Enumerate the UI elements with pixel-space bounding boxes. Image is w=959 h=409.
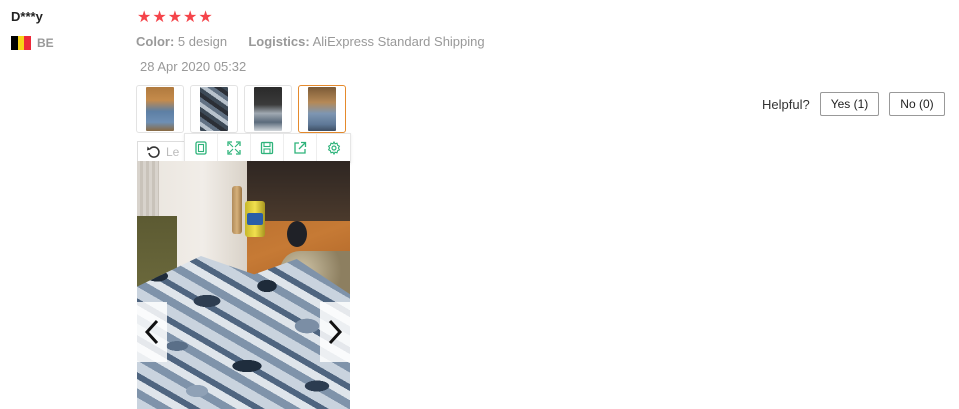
image-toolbar <box>184 133 351 163</box>
share-icon <box>294 141 307 154</box>
helpful-yes-button[interactable]: Yes (1) <box>819 92 880 116</box>
star-icon: ★ <box>183 9 198 26</box>
rotate-left-icon <box>147 145 160 158</box>
save-image-button[interactable] <box>251 134 284 162</box>
logistics-value: AliExpress Standard Shipping <box>312 34 485 49</box>
thumbnail-image <box>308 87 336 131</box>
chevron-right-icon <box>328 319 343 345</box>
settings-icon <box>327 141 340 155</box>
thumbnail-image <box>146 87 174 131</box>
fullscreen-icon <box>227 141 241 155</box>
reviewer-country: BE <box>11 36 54 50</box>
review-thumbnail[interactable] <box>136 85 184 133</box>
review-date: 28 Apr 2020 05:32 <box>140 59 247 74</box>
helpful-no-button[interactable]: No (0) <box>889 92 945 116</box>
share-button[interactable] <box>284 134 317 162</box>
star-icon: ★ <box>198 9 213 26</box>
reviewer-name: D***y <box>11 9 43 24</box>
logistics-label: Logistics: <box>248 34 310 49</box>
star-icon: ★ <box>167 9 183 26</box>
previous-image-button[interactable] <box>137 302 167 362</box>
helpful-label: Helpful? <box>762 96 810 112</box>
review-thumbnail-active[interactable] <box>298 85 346 133</box>
next-image-button[interactable] <box>320 302 350 362</box>
chevron-left-icon <box>144 319 159 345</box>
belgium-flag-icon <box>11 36 32 50</box>
rotate-left-label: Le <box>166 144 180 159</box>
star-icon: ★ <box>137 9 152 26</box>
star-rating: ★ ★ ★ ★ ★ <box>137 10 213 26</box>
fullscreen-button[interactable] <box>218 134 251 162</box>
helpful-section: Helpful? Yes (1) No (0) <box>762 92 945 116</box>
review-thumbnail[interactable] <box>244 85 292 133</box>
review-image-viewer[interactable] <box>137 161 350 409</box>
fit-window-icon <box>195 141 207 155</box>
review-thumbnails <box>136 85 346 133</box>
save-icon <box>260 141 274 155</box>
country-code: BE <box>37 36 54 50</box>
thumbnail-image <box>200 87 228 131</box>
star-icon: ★ <box>152 9 167 26</box>
fit-window-button[interactable] <box>185 134 218 162</box>
review-thumbnail[interactable] <box>190 85 238 133</box>
color-label: Color: <box>136 34 175 49</box>
thumbnail-image <box>254 87 282 131</box>
color-value: 5 design <box>177 34 228 49</box>
review-photo <box>137 161 350 409</box>
settings-button[interactable] <box>317 134 350 162</box>
review-meta: Color: 5 design Logistics: AliExpress St… <box>136 34 485 49</box>
